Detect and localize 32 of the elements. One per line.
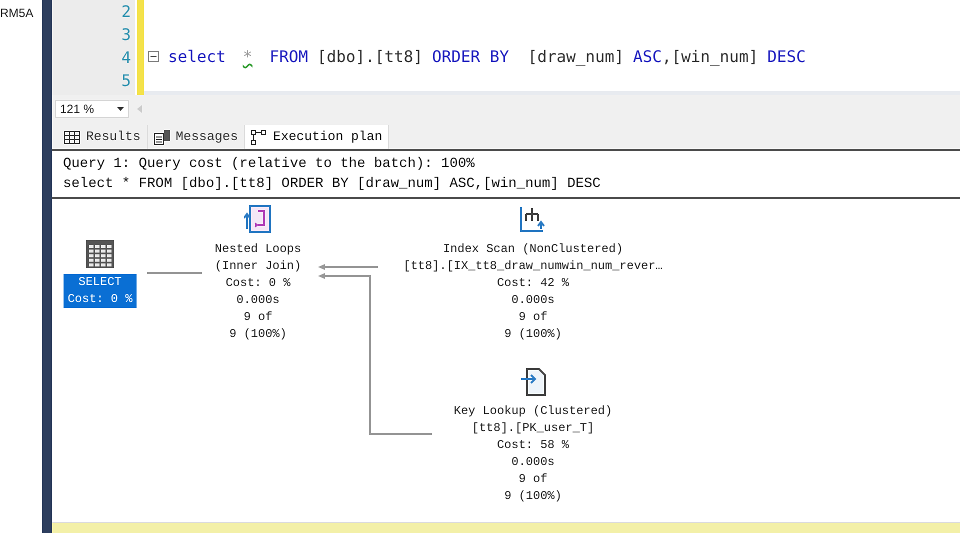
line-number: 5 xyxy=(121,70,131,92)
connector-line xyxy=(147,272,202,274)
connector-arrow xyxy=(318,264,378,270)
line-number: 3 xyxy=(121,24,131,46)
sql-keyword: DESC xyxy=(767,46,806,68)
sql-keyword: ASC xyxy=(632,46,662,68)
query-text: select * FROM [dbo].[tt8] ORDER BY [draw_num] ASC,[win_num] DESC xyxy=(63,175,602,194)
sql-keyword: select xyxy=(168,46,226,68)
index-tree-icon xyxy=(519,205,547,233)
sql-keyword: FROM xyxy=(269,46,308,68)
sql-keyword: ORDER BY xyxy=(432,46,509,68)
zoom-dropdown[interactable]: 121 % xyxy=(55,100,129,118)
query-text: Query 1: Query cost (relative to the batch): 100% xyxy=(63,155,476,174)
loop-arrows-icon xyxy=(244,205,272,233)
plan-node-label[interactable]: SELECT Cost: 0 % xyxy=(64,274,136,308)
caret-icon xyxy=(117,107,124,111)
table-grid-icon xyxy=(85,239,115,269)
document-icon xyxy=(154,130,170,144)
sql-identifier: ,[win_num] xyxy=(662,46,758,68)
zoom-value: 121 % xyxy=(60,101,94,118)
document-arrow-icon xyxy=(519,367,547,397)
plan-diagram-icon xyxy=(251,130,268,144)
line-number: 2 xyxy=(121,1,131,23)
collapse-icon[interactable] xyxy=(148,51,159,62)
result-tab[interactable]: Execution plan xyxy=(245,125,390,149)
panel-label: RM5A xyxy=(0,5,34,22)
sql-identifier: [draw_num] xyxy=(526,46,624,68)
sql-identifier: [dbo].[tt8] xyxy=(316,46,423,68)
result-tab[interactable]: Messages xyxy=(148,125,246,149)
grid-icon xyxy=(64,130,80,144)
sql-asterisk: * xyxy=(242,46,254,68)
line-number: 4 xyxy=(121,47,131,69)
